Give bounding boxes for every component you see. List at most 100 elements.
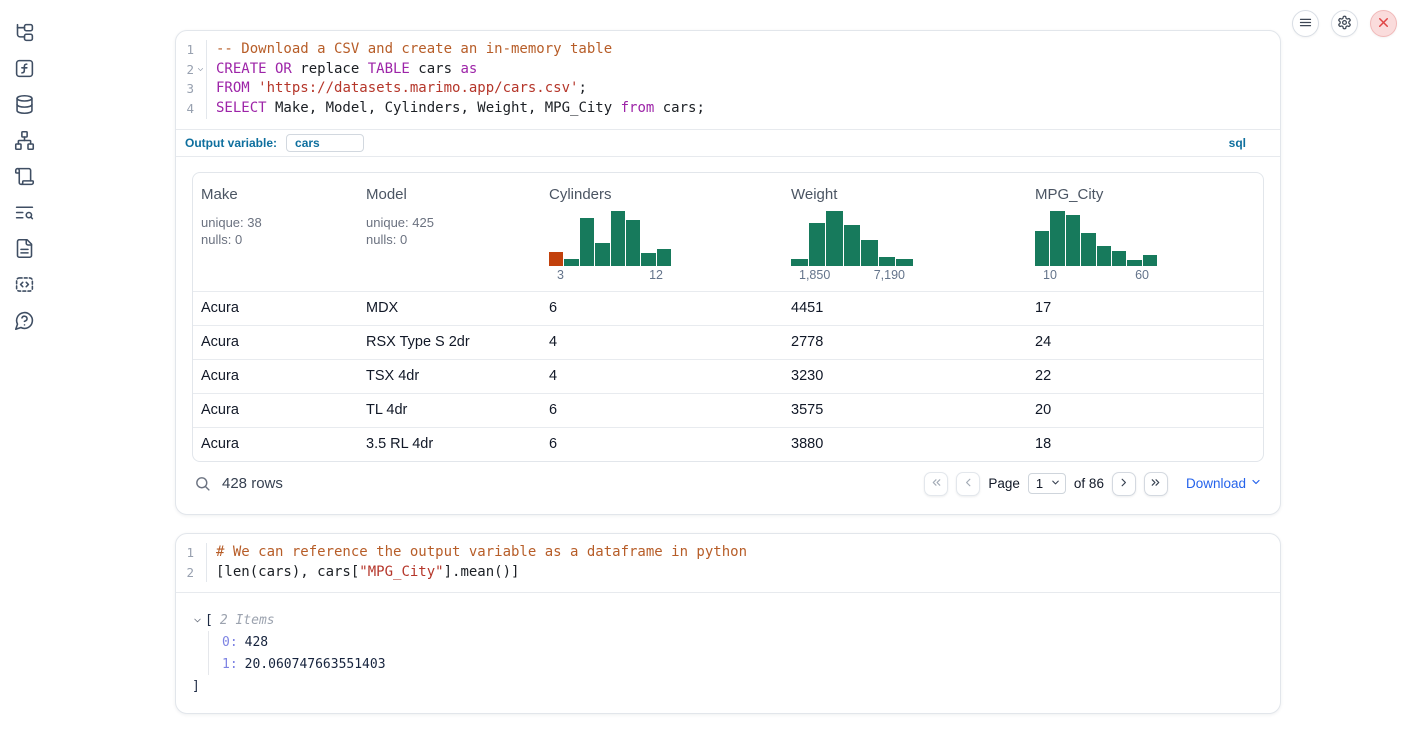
histogram-bar bbox=[657, 249, 671, 266]
settings-button[interactable] bbox=[1331, 10, 1358, 37]
column-stat: unique: 38 bbox=[201, 214, 350, 231]
table-cell: 24 bbox=[1027, 326, 1263, 359]
table-cell: 4451 bbox=[783, 292, 1027, 325]
code-token: as bbox=[460, 61, 477, 77]
download-label: Download bbox=[1186, 476, 1246, 491]
chevron-left-icon bbox=[962, 476, 975, 492]
code-snippet-icon bbox=[14, 274, 35, 295]
table-cell: 6 bbox=[541, 394, 783, 427]
fold-spacer bbox=[194, 79, 206, 99]
sql-cell-output: Makeunique: 38nulls: 0Modelunique: 425nu… bbox=[176, 156, 1280, 514]
column-header-label[interactable]: Model bbox=[366, 186, 407, 203]
column-header-label[interactable]: Weight bbox=[791, 186, 837, 203]
histogram-bar bbox=[879, 257, 896, 266]
column-header: Weight1,8507,190 bbox=[783, 186, 1027, 282]
fold-spacer bbox=[194, 563, 206, 583]
fold-chevron-icon[interactable] bbox=[194, 60, 206, 80]
table-cell: TSX 4dr bbox=[358, 360, 541, 393]
database-panel-button[interactable] bbox=[14, 94, 35, 115]
table-row[interactable]: AcuraMDX6445117 bbox=[193, 291, 1263, 325]
line-gutter: 2 bbox=[176, 60, 206, 80]
search-icon[interactable] bbox=[194, 475, 211, 492]
chevron-down-icon[interactable] bbox=[192, 615, 203, 626]
table-cell: 6 bbox=[541, 292, 783, 325]
database-icon bbox=[14, 94, 35, 115]
network-graph-panel-button[interactable] bbox=[14, 130, 35, 151]
code-snippet-panel-button[interactable] bbox=[14, 274, 35, 295]
histogram-bar bbox=[1035, 231, 1049, 266]
code-line-text: SELECT Make, Model, Cylinders, Weight, M… bbox=[206, 99, 1280, 119]
shutdown-button[interactable] bbox=[1370, 10, 1397, 37]
code-line-text: FROM 'https://datasets.marimo.app/cars.c… bbox=[206, 79, 1280, 99]
search-list-panel-button[interactable] bbox=[14, 202, 35, 223]
column-histogram: 312 bbox=[549, 211, 671, 282]
tree-entry-key: 0: bbox=[222, 635, 238, 650]
gear-icon bbox=[1337, 15, 1352, 33]
column-header: Makeunique: 38nulls: 0 bbox=[193, 186, 358, 282]
table-cell: 17 bbox=[1027, 292, 1263, 325]
download-button[interactable]: Download bbox=[1186, 476, 1262, 491]
code-token: -- Download a CSV and create an in-memor… bbox=[216, 41, 612, 57]
line-number: 1 bbox=[176, 40, 194, 60]
table-row[interactable]: AcuraRSX Type S 2dr4277824 bbox=[193, 325, 1263, 359]
table-cell: 6 bbox=[541, 428, 783, 461]
help-chat-panel-button[interactable] bbox=[14, 310, 35, 331]
table-cell: Acura bbox=[193, 326, 358, 359]
language-badge: sql bbox=[1229, 136, 1246, 150]
column-header: Cylinders 312 bbox=[541, 186, 783, 282]
sql-code-editor[interactable]: 1 -- Download a CSV and create an in-memo… bbox=[176, 31, 1280, 129]
histogram-bar bbox=[611, 211, 625, 266]
page-select[interactable]: 1 bbox=[1028, 473, 1066, 494]
open-bracket: [ bbox=[205, 613, 213, 628]
histogram-axis-label: 60 bbox=[1135, 268, 1149, 282]
histogram-bar bbox=[844, 225, 861, 266]
output-variable-input[interactable]: cars bbox=[286, 134, 364, 152]
column-header-label[interactable]: Make bbox=[201, 186, 238, 203]
tree-entry: 0:428 bbox=[222, 631, 1264, 653]
hamburger-menu-icon bbox=[1298, 15, 1313, 33]
help-chat-icon bbox=[14, 310, 35, 331]
sql-cell: 1 -- Download a CSV and create an in-memo… bbox=[175, 30, 1281, 515]
code-token: ].mean()] bbox=[444, 564, 520, 580]
file-tree-icon bbox=[14, 22, 35, 43]
histogram-bar bbox=[809, 223, 826, 266]
previous-page-button[interactable] bbox=[956, 472, 980, 496]
function-square-panel-button[interactable] bbox=[14, 58, 35, 79]
last-page-button[interactable] bbox=[1144, 472, 1168, 496]
code-line: 2[len(cars), cars["MPG_City"].mean()] bbox=[176, 563, 1280, 583]
code-token: # We can reference the output variable a… bbox=[216, 544, 747, 560]
table-row[interactable]: Acura3.5 RL 4dr6388018 bbox=[193, 427, 1263, 461]
data-table: Makeunique: 38nulls: 0Modelunique: 425nu… bbox=[192, 172, 1264, 462]
histogram-bar bbox=[549, 252, 563, 266]
chevron-down-icon bbox=[1050, 476, 1061, 491]
code-line-text: CREATE OR replace TABLE cars as bbox=[206, 60, 1280, 80]
table-row[interactable]: AcuraTL 4dr6357520 bbox=[193, 393, 1263, 427]
first-page-button[interactable] bbox=[924, 472, 948, 496]
python-code-editor[interactable]: 1# We can reference the output variable … bbox=[176, 534, 1280, 592]
table-body: AcuraMDX6445117AcuraRSX Type S 2dr427782… bbox=[193, 291, 1263, 461]
menu-button[interactable] bbox=[1292, 10, 1319, 37]
next-page-button[interactable] bbox=[1112, 472, 1136, 496]
page-select-value: 1 bbox=[1036, 476, 1043, 491]
table-cell: RSX Type S 2dr bbox=[358, 326, 541, 359]
table-cell: 2778 bbox=[783, 326, 1027, 359]
column-header-label[interactable]: Cylinders bbox=[549, 186, 612, 203]
table-row[interactable]: AcuraTSX 4dr4323022 bbox=[193, 359, 1263, 393]
document-panel-button[interactable] bbox=[14, 238, 35, 259]
line-gutter: 1 bbox=[176, 40, 206, 60]
table-cell: Acura bbox=[193, 292, 358, 325]
histogram-bar bbox=[791, 259, 808, 266]
scroll-icon bbox=[14, 166, 35, 187]
column-header-label[interactable]: MPG_City bbox=[1035, 186, 1103, 203]
column-stats: unique: 425nulls: 0 bbox=[366, 214, 533, 248]
scroll-panel-button[interactable] bbox=[14, 166, 35, 187]
chevrons-right-icon bbox=[1149, 476, 1162, 492]
histogram-bars bbox=[1035, 211, 1157, 266]
code-token: CREATE OR bbox=[216, 61, 292, 77]
code-token: 'https://datasets.marimo.app/cars.csv' bbox=[258, 80, 578, 96]
code-token bbox=[250, 80, 258, 96]
close-bracket: ] bbox=[192, 679, 200, 694]
code-line-text: -- Download a CSV and create an in-memor… bbox=[206, 40, 1280, 60]
table-cell: Acura bbox=[193, 394, 358, 427]
file-tree-panel-button[interactable] bbox=[14, 22, 35, 43]
